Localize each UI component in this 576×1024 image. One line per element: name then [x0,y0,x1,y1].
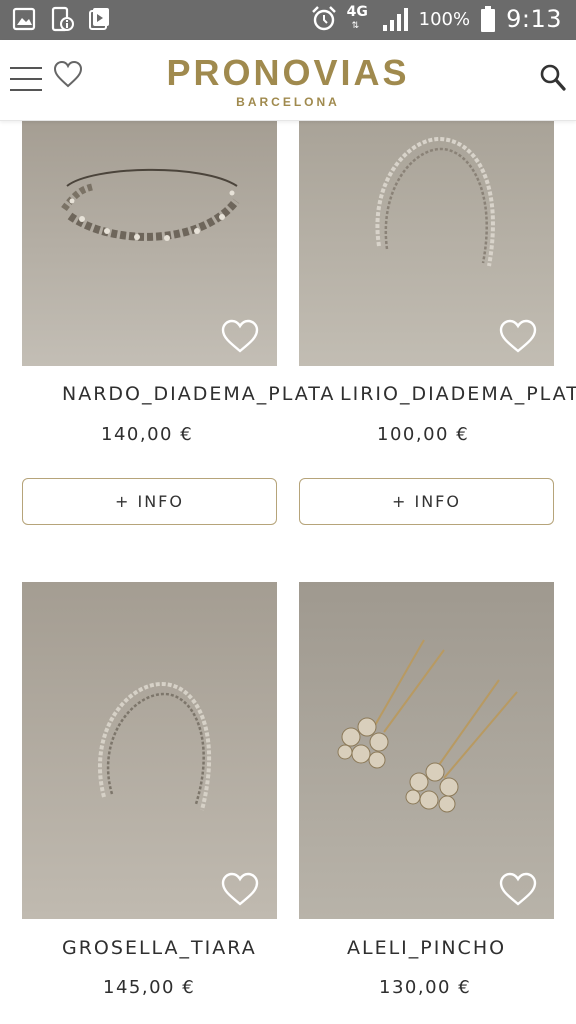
product-price: 130,00 € [379,977,472,998]
gallery-icon [12,7,36,31]
status-bar: 4G ⇅ 100% 9:13 [0,0,576,40]
product-price: 145,00 € [103,977,196,998]
network-type: 4G [346,4,368,20]
notification-icons [12,6,112,32]
battery-percent: 100% [418,8,471,30]
info-button[interactable]: + INFO [22,478,277,525]
brand-logo[interactable]: PRONOVIAS BARCELONA [163,52,413,110]
system-status: 4G ⇅ 100% 9:13 [311,4,562,34]
alarm-icon [311,6,336,31]
menu-icon[interactable] [10,67,42,91]
app-header: PRONOVIAS BARCELONA [0,40,576,121]
info-button[interactable]: + INFO [299,478,554,525]
heart-icon[interactable] [220,318,260,354]
search-icon[interactable] [540,64,566,92]
brand-name: PRONOVIAS [166,52,410,93]
brand-subtitle: BARCELONA [236,95,340,109]
signal-icon [382,8,408,31]
product-price: 100,00 € [377,424,470,445]
info-phone-icon [51,6,74,32]
heart-icon[interactable] [498,318,538,354]
product-name[interactable]: LIRIO_DIADEMA_PLATA [340,383,576,405]
product-name[interactable]: NARDO_DIADEMA_PLATA [62,383,335,405]
download-icon [89,8,109,30]
battery-icon [481,6,496,32]
product-name[interactable]: ALELI_PINCHO [347,937,506,959]
data-arrows: ⇅ [351,21,360,31]
clock: 9:13 [506,5,562,33]
heart-icon[interactable] [220,871,260,907]
product-price: 140,00 € [101,424,194,445]
heart-icon[interactable] [53,60,83,88]
product-image[interactable] [299,582,554,919]
heart-icon[interactable] [498,871,538,907]
product-image[interactable] [22,582,277,919]
network-indicator: 4G ⇅ [347,4,371,34]
product-name[interactable]: GROSELLA_TIARA [62,937,257,959]
